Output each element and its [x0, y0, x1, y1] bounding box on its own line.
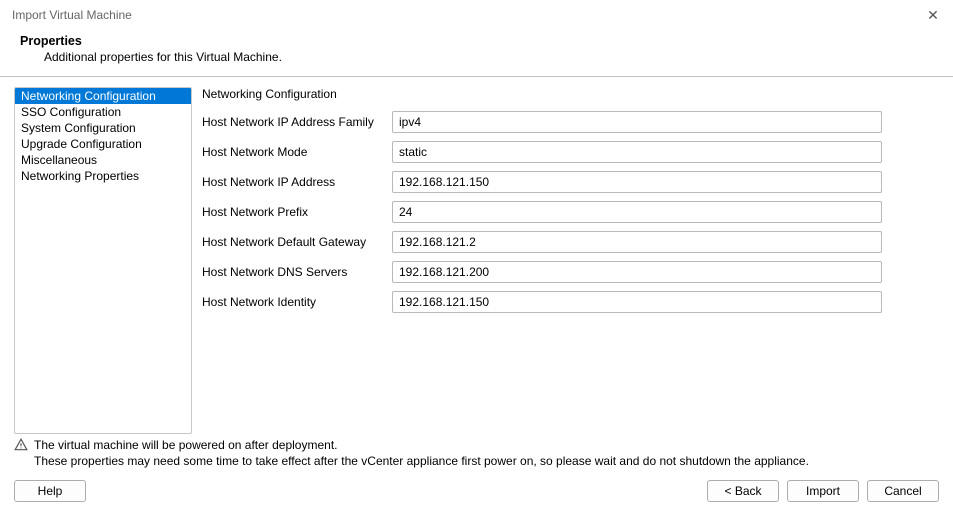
input-ip-family[interactable] — [392, 111, 882, 133]
help-button[interactable]: Help — [14, 480, 86, 502]
sidebar-item-miscellaneous[interactable]: Miscellaneous — [15, 152, 191, 168]
back-button[interactable]: < Back — [707, 480, 779, 502]
input-gateway[interactable] — [392, 231, 882, 253]
input-dns[interactable] — [392, 261, 882, 283]
titlebar: Import Virtual Machine ✕ — [0, 0, 953, 28]
label-ip-address: Host Network IP Address — [202, 175, 392, 189]
label-ip-family: Host Network IP Address Family — [202, 115, 392, 129]
header: Properties Additional properties for thi… — [0, 28, 953, 70]
label-dns: Host Network DNS Servers — [202, 265, 392, 279]
sidebar-item-networking-properties[interactable]: Networking Properties — [15, 168, 191, 184]
sidebar-item-upgrade-configuration[interactable]: Upgrade Configuration — [15, 136, 191, 152]
input-ip-address[interactable] — [392, 171, 882, 193]
form-row-ip-address: Host Network IP Address — [202, 171, 939, 193]
sidebar-item-system-configuration[interactable]: System Configuration — [15, 120, 191, 136]
note-text-2: These properties may need some time to t… — [14, 454, 939, 468]
form-row-ip-family: Host Network IP Address Family — [202, 111, 939, 133]
footer: Help < Back Import Cancel — [0, 474, 953, 512]
section-title: Networking Configuration — [202, 87, 939, 101]
header-subtitle: Additional properties for this Virtual M… — [20, 50, 933, 64]
input-network-mode[interactable] — [392, 141, 882, 163]
label-network-mode: Host Network Mode — [202, 145, 392, 159]
sidebar-item-networking-configuration[interactable]: Networking Configuration — [15, 88, 191, 104]
sidebar: Networking Configuration SSO Configurati… — [14, 87, 192, 434]
close-icon[interactable]: ✕ — [925, 7, 941, 24]
cancel-button[interactable]: Cancel — [867, 480, 939, 502]
label-prefix: Host Network Prefix — [202, 205, 392, 219]
header-title: Properties — [20, 34, 933, 48]
form-row-gateway: Host Network Default Gateway — [202, 231, 939, 253]
notes: The virtual machine will be powered on a… — [0, 434, 953, 474]
form-row-identity: Host Network Identity — [202, 291, 939, 313]
form-row-network-mode: Host Network Mode — [202, 141, 939, 163]
warning-icon — [14, 438, 28, 452]
note-text-1: The virtual machine will be powered on a… — [34, 438, 338, 452]
sidebar-item-sso-configuration[interactable]: SSO Configuration — [15, 104, 191, 120]
input-prefix[interactable] — [392, 201, 882, 223]
note-line-1: The virtual machine will be powered on a… — [14, 438, 939, 452]
import-button[interactable]: Import — [787, 480, 859, 502]
window-title: Import Virtual Machine — [12, 8, 132, 22]
main: Networking Configuration SSO Configurati… — [0, 77, 953, 434]
form-row-dns: Host Network DNS Servers — [202, 261, 939, 283]
input-identity[interactable] — [392, 291, 882, 313]
form-row-prefix: Host Network Prefix — [202, 201, 939, 223]
content: Networking Configuration Host Network IP… — [202, 87, 939, 434]
label-identity: Host Network Identity — [202, 295, 392, 309]
label-gateway: Host Network Default Gateway — [202, 235, 392, 249]
